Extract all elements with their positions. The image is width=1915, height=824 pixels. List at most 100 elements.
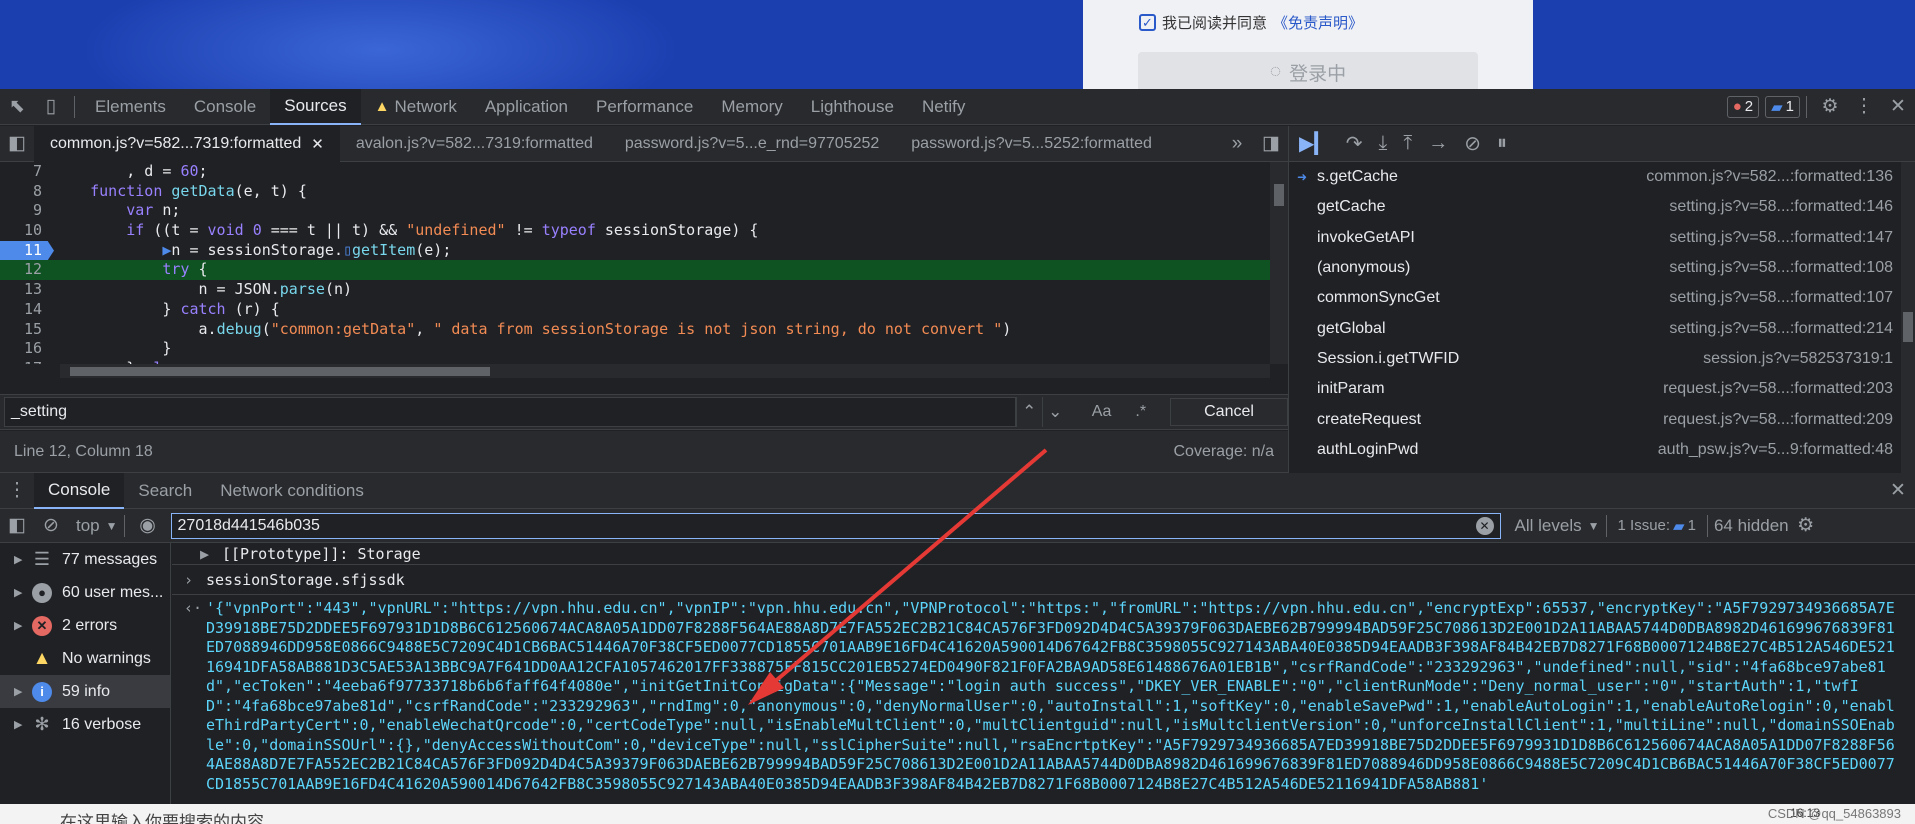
breakpoint-marker[interactable]: 11 — [0, 240, 54, 261]
frame-location[interactable]: setting.js?v=58...:formatted:108 — [1669, 259, 1893, 277]
sidebar-item-warnings[interactable]: ▲ No warnings — [0, 642, 170, 675]
close-drawer-icon[interactable]: ✕ — [1881, 473, 1915, 509]
close-devtools-icon[interactable]: ✕ — [1881, 89, 1915, 125]
file-tab-avalon[interactable]: avalon.js?v=582...7319:formatted — [340, 126, 609, 162]
call-frame[interactable]: getCache setting.js?v=58...:formatted:146 — [1289, 192, 1915, 222]
call-frame[interactable]: createRequest request.js?v=58...:formatte… — [1289, 404, 1915, 434]
scroll-thumb[interactable] — [1903, 312, 1913, 342]
tab-sources[interactable]: Sources — [270, 88, 361, 125]
frame-location[interactable]: common.js?v=582...:formatted:136 — [1646, 168, 1893, 186]
step-over-icon[interactable]: ↷ — [1346, 131, 1363, 156]
call-frame[interactable]: initParam request.js?v=58...:formatted:20… — [1289, 374, 1915, 404]
call-frame[interactable]: invokeGetAPI setting.js?v=58...:formatted… — [1289, 223, 1915, 253]
line-number[interactable]: 16 — [0, 339, 54, 359]
frame-location[interactable]: setting.js?v=58...:formatted:214 — [1669, 320, 1893, 338]
device-toolbar-icon[interactable]: ▯ — [34, 89, 68, 125]
call-frame[interactable]: authLoginPwd auth_psw.js?v=5...9:formatte… — [1289, 435, 1915, 465]
code-horizontal-scrollbar[interactable] — [60, 364, 1270, 378]
file-tab-password-formatted[interactable]: password.js?v=5...5252:formatted — [895, 126, 1168, 162]
search-next-icon[interactable]: ⌄ — [1041, 397, 1068, 427]
toggle-sidebar-icon[interactable]: ◧ — [0, 508, 34, 544]
frame-location[interactable]: session.js?v=582537319:1 — [1703, 350, 1893, 368]
frame-location[interactable]: setting.js?v=58...:formatted:146 — [1669, 198, 1893, 216]
pause-on-exceptions-icon[interactable]: ⏸ — [1497, 132, 1507, 155]
clear-filter-icon[interactable]: ✕ — [1475, 516, 1494, 535]
prototype-row[interactable]: ▶ [[Prototype]]: Storage — [172, 543, 1915, 564]
tab-memory[interactable]: Memory — [707, 89, 796, 125]
line-number[interactable]: 9 — [0, 201, 54, 221]
cancel-button[interactable]: Cancel — [1170, 398, 1289, 426]
settings-gear-icon[interactable]: ⚙ — [1813, 89, 1847, 125]
console-result[interactable]: ‹· '{"vpnPort":"443","vpnURL":"https://vp… — [172, 595, 1915, 794]
tab-elements[interactable]: Elements — [81, 89, 180, 125]
sidebar-item-info[interactable]: ▶ i 59 info — [0, 675, 170, 708]
issues-button[interactable]: 1 Issue: ▰ 1 — [1613, 515, 1701, 537]
frame-location[interactable]: setting.js?v=58...:formatted:147 — [1669, 229, 1893, 247]
console-output[interactable]: ▶ [[Prototype]]: Storage › sessionStorage.… — [172, 543, 1915, 804]
step-icon[interactable]: → — [1428, 132, 1448, 155]
search-prev-icon[interactable]: ⌃ — [1015, 397, 1042, 427]
match-case-toggle[interactable]: Aa — [1092, 403, 1112, 421]
log-levels-dropdown[interactable]: All levels — [1515, 516, 1582, 536]
more-options-icon[interactable]: ⋮ — [1847, 89, 1881, 125]
inspect-element-icon[interactable]: ⬉ — [0, 89, 34, 125]
toggle-navigator-icon[interactable]: ◧ — [0, 126, 34, 162]
code-vertical-scrollbar[interactable] — [1270, 162, 1288, 364]
sidebar-item-errors[interactable]: ▶ ✕ 2 errors — [0, 609, 170, 642]
tab-network[interactable]: ▲ Network — [361, 89, 471, 125]
toggle-debugger-icon[interactable]: ◨ — [1254, 126, 1288, 162]
call-frame[interactable]: getGlobal setting.js?v=58...:formatted:21… — [1289, 313, 1915, 343]
tab-performance[interactable]: Performance — [582, 89, 707, 125]
drawer-tab-console[interactable]: Console — [34, 472, 125, 509]
more-tabs-icon[interactable]: » — [1220, 126, 1254, 162]
line-number[interactable]: 12 — [0, 260, 54, 280]
error-badge[interactable]: ● 2 — [1726, 95, 1760, 118]
resume-icon[interactable]: ▶▎ — [1299, 131, 1330, 156]
frame-location[interactable]: request.js?v=58...:formatted:209 — [1663, 411, 1893, 429]
step-into-icon[interactable]: ⤓ — [1379, 132, 1388, 155]
call-frame[interactable]: Session.i.getTWFID session.js?v=582537319… — [1289, 344, 1915, 374]
console-settings-icon[interactable]: ⚙ — [1789, 508, 1823, 544]
context-selector[interactable]: top — [76, 516, 100, 536]
drawer-tab-search[interactable]: Search — [124, 473, 206, 509]
line-number[interactable]: 10 — [0, 221, 54, 241]
scroll-thumb[interactable] — [1274, 184, 1284, 206]
scroll-thumb[interactable] — [70, 367, 490, 376]
live-expression-eye-icon[interactable]: ◉ — [131, 508, 165, 544]
code-editor[interactable]: 7 , d = 60; 8 function getData (e, t) { 9… — [0, 162, 1270, 364]
deactivate-breakpoints-icon[interactable]: ⊘ — [1464, 131, 1481, 156]
sidebar-item-user-messages[interactable]: ▶ ● 60 user mes... — [0, 576, 170, 609]
call-stack-scrollbar[interactable] — [1901, 162, 1915, 473]
sidebar-item-verbose[interactable]: ▶ ✻ 16 verbose — [0, 708, 170, 741]
drawer-tab-network-conditions[interactable]: Network conditions — [206, 473, 378, 509]
frame-location[interactable]: setting.js?v=58...:formatted:107 — [1669, 289, 1893, 307]
sidebar-item-messages[interactable]: ▶ ☰ 77 messages — [0, 543, 170, 576]
frame-location[interactable]: auth_psw.js?v=5...9:formatted:48 — [1658, 441, 1893, 459]
drawer-menu-icon[interactable]: ⋮ — [0, 473, 34, 509]
call-frame[interactable]: commonSyncGet setting.js?v=58...:formatte… — [1289, 283, 1915, 313]
step-out-icon[interactable]: ⤒ — [1403, 132, 1412, 155]
console-input-row[interactable]: › sessionStorage.sfjssdk — [172, 564, 1915, 595]
tab-lighthouse[interactable]: Lighthouse — [797, 89, 908, 125]
taskbar-search[interactable]: 在这里输入你要搜索的内容 — [60, 808, 264, 824]
frame-location[interactable]: request.js?v=58...:formatted:203 — [1663, 380, 1893, 398]
login-button[interactable]: ◌ 登录中 — [1138, 52, 1478, 89]
line-number[interactable]: 8 — [0, 182, 54, 202]
file-tab-common[interactable]: common.js?v=582...7319:formatted ✕ — [34, 125, 340, 162]
regex-toggle[interactable]: .* — [1135, 403, 1146, 421]
agree-checkbox[interactable]: ✓ — [1139, 14, 1156, 31]
line-number[interactable]: 13 — [0, 280, 54, 300]
line-number[interactable]: 7 — [0, 162, 54, 182]
tab-console[interactable]: Console — [180, 89, 270, 125]
disclaimer-link[interactable]: 《免责声明》 — [1273, 12, 1363, 33]
message-badge[interactable]: ▰ 1 — [1765, 95, 1800, 118]
tab-netify[interactable]: Netify — [908, 89, 979, 125]
close-tab-icon[interactable]: ✕ — [311, 135, 324, 153]
line-number[interactable]: 17 — [0, 359, 54, 364]
file-tab-password[interactable]: password.js?v=5...e_rnd=97705252 — [609, 126, 895, 162]
tab-application[interactable]: Application — [471, 89, 582, 125]
line-number[interactable]: 14 — [0, 300, 54, 320]
line-number[interactable]: 15 — [0, 320, 54, 340]
search-input[interactable]: _setting — [4, 397, 1016, 427]
call-frame[interactable]: (anonymous) setting.js?v=58...:formatted:… — [1289, 253, 1915, 283]
